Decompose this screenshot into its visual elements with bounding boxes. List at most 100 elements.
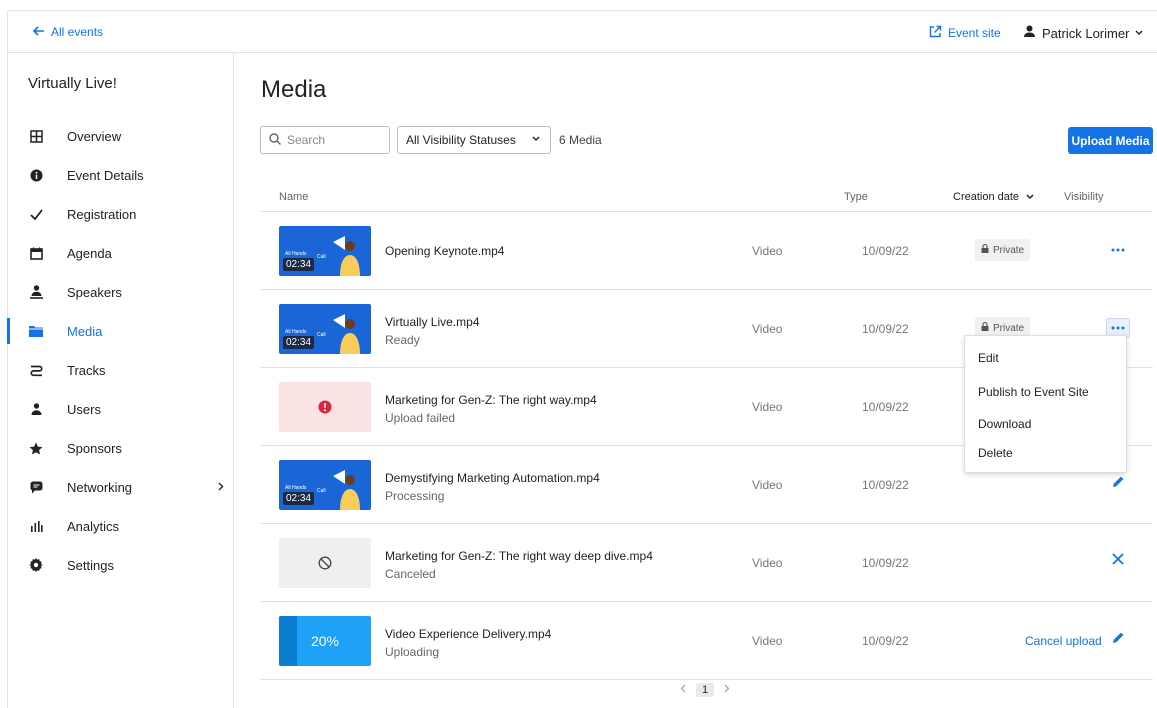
column-visibility[interactable]: Visibility: [1064, 191, 1104, 203]
video-duration: 02:34: [283, 336, 315, 349]
sidebar-item-agenda[interactable]: Agenda: [8, 236, 233, 270]
star-icon: [29, 441, 43, 455]
edit-button[interactable]: [1112, 631, 1125, 647]
upload-progress-label: 20%: [310, 633, 340, 649]
media-type: Video: [752, 478, 783, 492]
chevron-left-icon[interactable]: [680, 684, 686, 696]
error-icon: [318, 400, 332, 414]
media-name: Marketing for Gen-Z: The right way.mp4: [385, 393, 597, 407]
media-status: Processing: [385, 489, 445, 503]
visibility-filter-value: All Visibility Statuses: [406, 133, 516, 147]
table-row[interactable]: Marketing for Gen-Z: The right way deep …: [260, 524, 1153, 602]
sidebar-item-analytics[interactable]: Analytics: [8, 509, 233, 543]
sidebar-item-label: Users: [67, 401, 101, 417]
sidebar-item-overview[interactable]: Overview: [8, 119, 233, 153]
sidebar-item-label: Media: [67, 323, 103, 339]
thumbnail-text: Call: [317, 254, 326, 260]
upload-progress-thumbnail: 20%: [279, 616, 371, 666]
thumbnail-text: All Hands: [285, 485, 307, 491]
chevron-down-icon: [532, 134, 540, 145]
search-box[interactable]: [260, 126, 390, 154]
sidebar-item-label: Settings: [67, 557, 114, 573]
media-name: Demystifying Marketing Automation.mp4: [385, 471, 600, 485]
media-status: Canceled: [385, 567, 436, 581]
sidebar-item-users[interactable]: Users: [8, 392, 233, 426]
menu-item-download[interactable]: Download: [978, 417, 1031, 431]
row-options-menu: Edit Publish to Event Site Download Dele…: [964, 335, 1127, 473]
thumbnail-text: All Hands: [285, 251, 307, 257]
sidebar: Virtually Live! Overview Event Details R…: [7, 53, 234, 708]
remove-button[interactable]: [1112, 552, 1124, 570]
sidebar-item-networking[interactable]: Networking: [8, 470, 233, 504]
pencil-icon: [1113, 632, 1124, 643]
sidebar-item-label: Tracks: [67, 362, 106, 378]
video-thumbnail: All Hands Call 02:34: [279, 304, 371, 354]
folder-icon: [29, 324, 43, 338]
external-link-icon: [929, 25, 942, 41]
gear-icon: [29, 558, 43, 572]
search-icon: [269, 132, 281, 148]
column-type[interactable]: Type: [844, 191, 868, 203]
media-name: Marketing for Gen-Z: The right way deep …: [385, 549, 653, 563]
speaker-icon: [29, 285, 43, 299]
media-date: 10/09/22: [862, 322, 909, 336]
event-site-link[interactable]: Event site: [929, 25, 1001, 41]
media-date: 10/09/22: [862, 400, 909, 414]
sidebar-item-settings[interactable]: Settings: [8, 548, 233, 582]
grid-icon: [29, 129, 43, 143]
more-icon: [1111, 248, 1125, 252]
media-date: 10/09/22: [862, 478, 909, 492]
more-options-button[interactable]: [1106, 240, 1130, 260]
menu-item-delete[interactable]: Delete: [978, 446, 1013, 460]
media-date: 10/09/22: [862, 556, 909, 570]
failed-thumbnail: [279, 382, 371, 432]
page-number[interactable]: 1: [696, 683, 715, 697]
menu-item-edit[interactable]: Edit: [978, 351, 999, 365]
canceled-thumbnail: [279, 538, 371, 588]
visibility-filter-select[interactable]: All Visibility Statuses: [397, 126, 551, 154]
sidebar-item-event-details[interactable]: Event Details: [8, 158, 233, 192]
chevron-down-icon: [1135, 28, 1143, 38]
column-name[interactable]: Name: [279, 191, 308, 203]
visibility-label: Private: [993, 244, 1025, 256]
sidebar-item-sponsors[interactable]: Sponsors: [8, 431, 233, 465]
all-events-link[interactable]: All events: [32, 25, 103, 39]
chevron-right-icon[interactable]: [724, 684, 730, 696]
edit-button[interactable]: [1112, 475, 1125, 491]
sidebar-item-label: Agenda: [67, 245, 112, 261]
chat-icon: [29, 480, 43, 494]
video-duration: 02:34: [283, 492, 315, 505]
arrow-left-icon: [32, 25, 45, 39]
lock-icon: [981, 321, 989, 334]
person-illustration: [333, 314, 360, 354]
table-row[interactable]: 20% Video Experience Delivery.mp4 Upload…: [260, 602, 1153, 680]
cancel-upload-link[interactable]: Cancel upload: [1025, 634, 1102, 648]
media-name: Virtually Live.mp4: [385, 315, 480, 329]
menu-item-publish[interactable]: Publish to Event Site: [978, 385, 1089, 399]
media-status: Upload failed: [385, 411, 456, 425]
table-row[interactable]: All Hands Call 02:34 Opening Keynote.mp4…: [260, 212, 1153, 290]
info-icon: [29, 168, 43, 182]
user-icon: [1023, 25, 1036, 41]
column-creation-date[interactable]: Creation date: [953, 191, 1034, 203]
user-menu[interactable]: Patrick Lorimer: [1023, 25, 1143, 41]
sidebar-item-speakers[interactable]: Speakers: [8, 275, 233, 309]
lock-icon: [981, 243, 989, 256]
user-icon: [29, 402, 43, 416]
media-type: Video: [752, 400, 783, 414]
media-date: 10/09/22: [862, 634, 909, 648]
thumbnail-text: All Hands: [285, 329, 307, 335]
video-duration: 02:34: [283, 258, 315, 271]
upload-media-button[interactable]: Upload Media: [1068, 127, 1153, 154]
media-type: Video: [752, 322, 783, 336]
sidebar-item-registration[interactable]: Registration: [8, 197, 233, 231]
sidebar-item-label: Registration: [67, 206, 137, 222]
event-site-label: Event site: [948, 26, 1001, 40]
sidebar-item-media[interactable]: Media: [7, 314, 233, 348]
sidebar-item-tracks[interactable]: Tracks: [8, 353, 233, 387]
sidebar-item-label: Event Details: [67, 167, 144, 183]
pencil-icon: [1113, 476, 1124, 487]
column-creation-date-label: Creation date: [953, 191, 1020, 203]
search-input[interactable]: [287, 133, 377, 147]
person-illustration: [333, 470, 360, 510]
